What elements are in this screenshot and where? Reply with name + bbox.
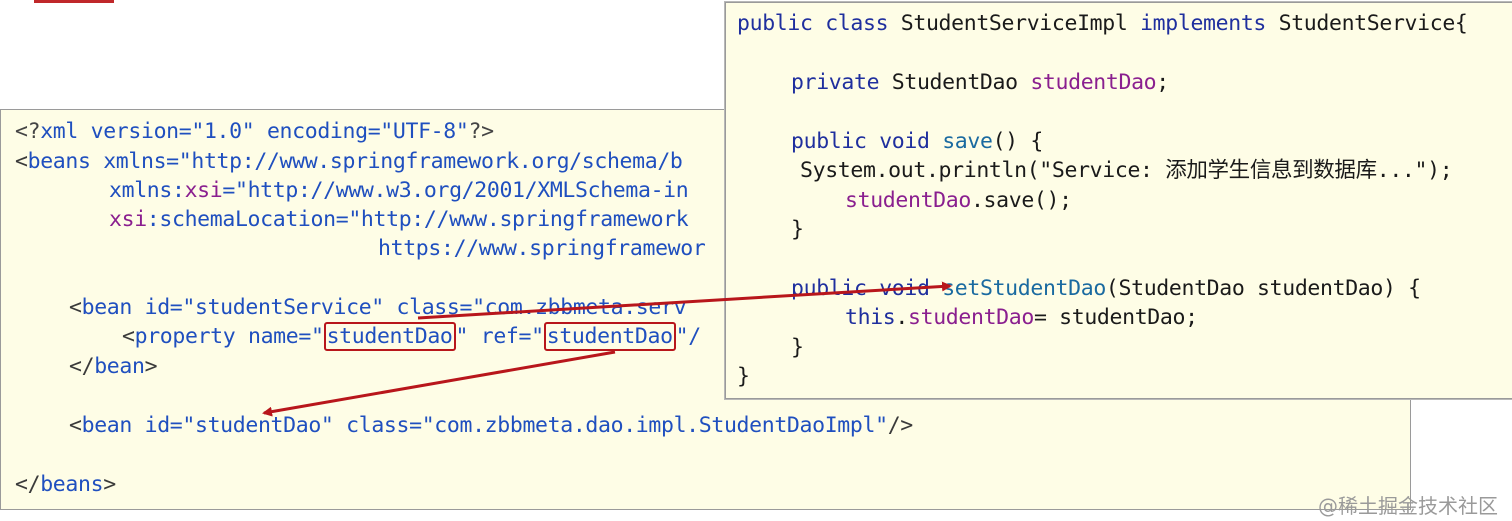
property-ref-highlight: studentDao bbox=[543, 322, 676, 351]
setter-close-line: } bbox=[791, 335, 804, 360]
field-declaration-line: private StudentDao studentDao; bbox=[791, 70, 1169, 95]
beans-close-line: </beans> bbox=[15, 472, 116, 497]
property-line: <property name=" studentDao " ref=" student… bbox=[122, 322, 701, 351]
dao-save-call-line: studentDao.save(); bbox=[845, 188, 1072, 213]
schema-location-url-line: https://www.springframewor bbox=[378, 236, 706, 261]
beans-open-line: <beans xmlns="http://www.springframework… bbox=[15, 149, 683, 174]
setter-assign-line: this.studentDao= studentDao; bbox=[845, 305, 1198, 330]
watermark: @稀土掘金技术社区 bbox=[1318, 494, 1498, 518]
println-line: System.out.println("Service: 添加学生信息到数据库.… bbox=[800, 158, 1453, 183]
class-close-line: } bbox=[737, 364, 750, 389]
property-name-highlight: studentDao bbox=[323, 322, 456, 351]
schema-location-line: xsi:schemaLocation="http://www.springfra… bbox=[109, 207, 689, 232]
top-red-mark bbox=[34, 0, 114, 3]
save-method-line: public void save() { bbox=[791, 129, 1043, 154]
java-class-panel: public class StudentServiceImpl implemen… bbox=[725, 2, 1512, 399]
class-declaration-line: public class StudentServiceImpl implemen… bbox=[737, 11, 1468, 36]
student-dao-bean-line: <bean id="studentDao" class="com.zbbmeta… bbox=[69, 413, 913, 438]
setter-method-line: public void setStudentDao(StudentDao stu… bbox=[791, 276, 1421, 301]
bean-close-line: </bean> bbox=[69, 354, 158, 379]
xml-declaration-line: <?xml version="1.0" encoding="UTF-8"?> bbox=[15, 119, 494, 144]
save-method-close-line: } bbox=[791, 217, 804, 242]
student-service-bean-line: <bean id="studentService" class="com.zbb… bbox=[69, 295, 687, 320]
xmlns-xsi-line: xmlns:xsi="http://www.w3.org/2001/XMLSch… bbox=[109, 178, 689, 203]
